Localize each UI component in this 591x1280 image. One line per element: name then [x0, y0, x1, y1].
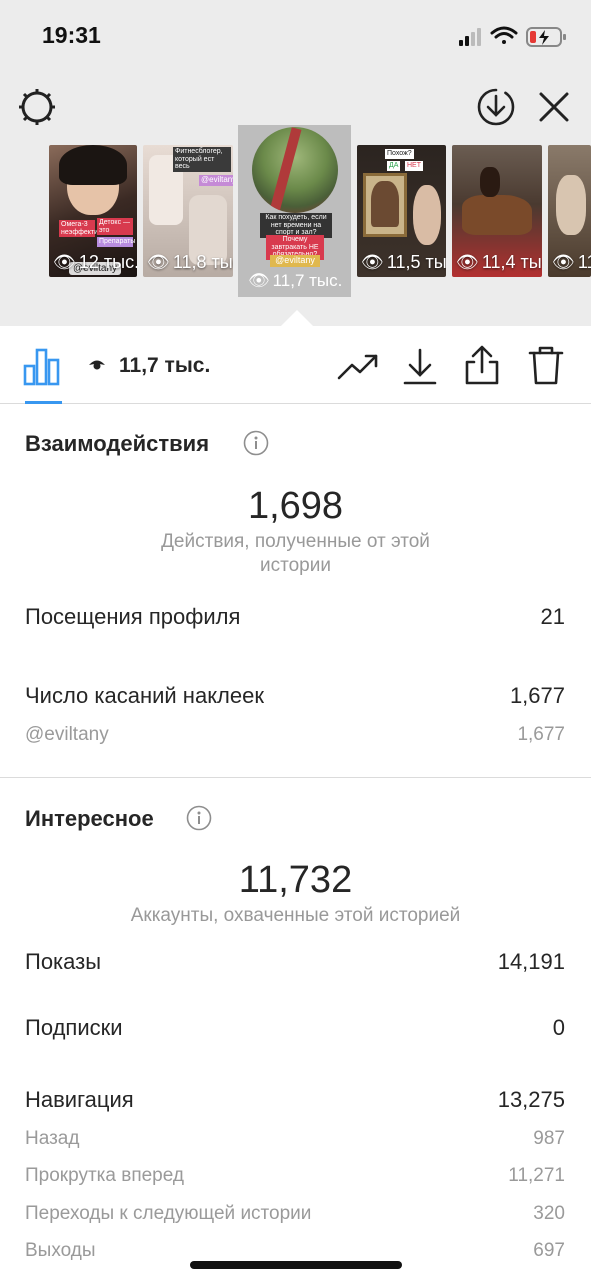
insights-tab[interactable]	[22, 346, 62, 386]
selected-story-pointer	[281, 310, 313, 326]
eye-icon: 👁	[361, 252, 384, 272]
metric-sub-value: 1,677	[517, 724, 565, 745]
story-preview-circle	[252, 127, 338, 213]
metric-row: Навигация 13,275	[25, 1087, 565, 1113]
metric-sub-label: Переходы к следующей истории	[25, 1203, 312, 1224]
story-views: 👁11,8 тыс.	[147, 252, 233, 272]
story-thumbnail[interactable]: Похож? ДА НЕТ 👁11,5 тыс.	[357, 145, 446, 277]
info-icon[interactable]	[243, 430, 269, 456]
metric-value: 13,275	[497, 1087, 565, 1112]
metric-sub-row: Назад 987	[25, 1128, 565, 1150]
discovery-caption: Аккаунты, охваченные этой историей	[130, 905, 461, 926]
metric-sub-value: 697	[533, 1240, 565, 1261]
metric-sub-row: @eviltany 1,677	[25, 724, 565, 746]
story-sticker: Детокс — это	[97, 218, 133, 236]
story-sticker: НЕТ	[405, 161, 423, 171]
settings-button[interactable]	[16, 86, 58, 128]
bar-chart-icon	[23, 348, 60, 386]
delete-button[interactable]	[526, 344, 566, 386]
metric-row: Число касаний наклеек 1,677	[25, 683, 565, 709]
story-sticker: ДА	[387, 161, 401, 171]
story-sticker: Препараты	[97, 237, 136, 247]
metric-label: Посещения профиля	[25, 604, 241, 629]
eye-icon: 👁	[53, 252, 76, 272]
info-icon[interactable]	[186, 805, 212, 831]
story-carousel-area: 19:31 Омега-3 неэффективна Детокс — это …	[0, 0, 591, 326]
signal-icon	[459, 28, 481, 46]
story-thumbnail-selected[interactable]: Как похудеть, если нет времени на спорт …	[238, 125, 351, 297]
metric-value: 14,191	[497, 949, 565, 974]
trash-icon	[528, 346, 564, 385]
save-story-button[interactable]	[475, 86, 517, 128]
metric-sub-label: Назад	[25, 1128, 80, 1149]
status-icons	[459, 26, 566, 47]
metric-sub-row: Прокрутка вперед 11,271	[25, 1165, 565, 1187]
status-time: 19:31	[42, 22, 101, 48]
story-sticker: Фитнесблогер, который ест весь	[173, 147, 231, 173]
trending-icon	[337, 354, 378, 380]
story-views: 👁 11,7 тыс.	[248, 271, 343, 290]
download-circle-icon	[477, 88, 515, 126]
eye-icon: 👁	[147, 252, 170, 272]
share-button[interactable]	[462, 344, 502, 386]
insights-toolbar: 11,7 тыс.	[0, 326, 591, 404]
metric-sub-value: 320	[533, 1203, 565, 1224]
metric-label: Навигация	[25, 1087, 134, 1112]
story-views: 👁11,	[552, 252, 591, 272]
eye-icon: 👁	[248, 271, 270, 290]
metric-row: Показы 14,191	[25, 949, 565, 975]
download-button[interactable]	[400, 346, 440, 386]
metric-sub-label: Прокрутка вперед	[25, 1165, 184, 1186]
story-views: 👁 12 тыс.	[53, 252, 137, 272]
metric-sub-value: 11,271	[508, 1165, 565, 1186]
eye-icon	[89, 360, 105, 370]
close-icon	[539, 92, 569, 122]
metric-label: Показы	[25, 949, 102, 974]
battery-icon	[526, 27, 566, 47]
metric-row: Подписки 0	[25, 1015, 565, 1041]
story-thumbnail[interactable]: 👁11,4 тыс.	[452, 145, 542, 277]
metric-sub-label: @eviltany	[25, 724, 109, 745]
active-tab-indicator	[25, 401, 62, 404]
metric-sub-row: Выходы 697	[25, 1240, 565, 1262]
story-views: 👁11,5 тыс.	[361, 252, 446, 272]
interactions-caption: Действия, полученные от этой истории	[161, 531, 430, 576]
story-sticker: @eviltany	[199, 175, 233, 186]
close-button[interactable]	[533, 86, 575, 128]
story-thumbnail[interactable]: Фитнесблогер, который ест весь @eviltany…	[143, 145, 233, 277]
discovery-title: Интересное	[25, 806, 154, 831]
interactions-title: Взаимодействия	[25, 431, 210, 456]
story-thumbnail[interactable]: Омега-3 неэффективна Детокс — это Препар…	[49, 145, 137, 277]
metric-sub-value: 987	[533, 1128, 565, 1149]
gear-icon	[19, 89, 55, 125]
metric-sub-label: Выходы	[25, 1240, 96, 1261]
views-count: 11,7 тыс.	[119, 354, 211, 377]
interactions-total: 1,698	[247, 485, 344, 527]
metric-value: 21	[540, 604, 565, 629]
download-icon	[403, 348, 437, 385]
story-thumbnail[interactable]: 👁11,	[548, 145, 591, 277]
eye-icon: 👁	[456, 252, 479, 272]
story-sticker: Похож?	[385, 149, 414, 159]
discovery-total: 11,732	[238, 859, 353, 901]
metric-label: Подписки	[25, 1015, 123, 1040]
promote-button[interactable]	[336, 346, 380, 386]
home-indicator[interactable]	[190, 1261, 402, 1269]
wifi-icon	[490, 26, 518, 44]
eye-icon: 👁	[552, 252, 575, 272]
metric-value: 0	[552, 1015, 565, 1040]
story-views: 👁11,4 тыс.	[456, 252, 542, 272]
metric-label: Число касаний наклеек	[25, 683, 264, 708]
story-sticker: Омега-3 неэффективна	[59, 220, 110, 238]
section-divider	[0, 777, 591, 778]
metric-sub-row: Переходы к следующей истории 320	[25, 1203, 565, 1225]
metric-row: Посещения профиля 21	[25, 604, 565, 630]
share-icon	[465, 345, 499, 385]
metric-value: 1,677	[509, 683, 565, 708]
story-sticker: @eviltany	[270, 255, 320, 267]
